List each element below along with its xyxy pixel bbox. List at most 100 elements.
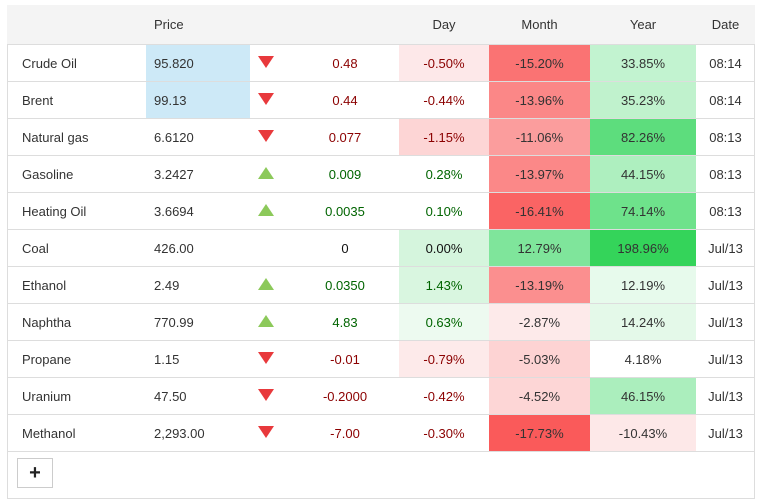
month-cell: -13.96% <box>489 81 590 119</box>
trend-cell <box>250 81 291 119</box>
year-cell: 198.96% <box>590 229 696 267</box>
table-row[interactable]: Brent 99.13 0.44 -0.44% -13.96% 35.23% 0… <box>7 81 755 119</box>
year-cell: 33.85% <box>590 44 696 82</box>
commodity-name: Uranium <box>7 377 146 415</box>
commodity-name: Brent <box>7 81 146 119</box>
day-cell: -0.50% <box>399 44 489 82</box>
price-cell: 770.99 <box>146 303 250 341</box>
change-cell: 0.009 <box>291 155 399 193</box>
month-cell: -13.97% <box>489 155 590 193</box>
change-cell: 0 <box>291 229 399 267</box>
trend-cell <box>250 118 291 156</box>
trend-cell <box>250 155 291 193</box>
table-row[interactable]: Methanol 2,293.00 -7.00 -0.30% -17.73% -… <box>7 414 755 452</box>
trend-cell <box>250 266 291 304</box>
arrow-down-icon <box>258 351 274 364</box>
commodity-name: Ethanol <box>7 266 146 304</box>
year-cell: 14.24% <box>590 303 696 341</box>
day-cell: 0.28% <box>399 155 489 193</box>
header-price[interactable]: Price <box>146 5 250 45</box>
trend-cell <box>250 340 291 378</box>
header-month[interactable]: Month <box>489 5 590 45</box>
header-arrow <box>250 5 291 45</box>
month-cell: -13.19% <box>489 266 590 304</box>
month-cell: 12.79% <box>489 229 590 267</box>
header-change[interactable] <box>291 5 399 45</box>
table-row[interactable]: Crude Oil 95.820 0.48 -0.50% -15.20% 33.… <box>7 44 755 82</box>
trend-cell <box>250 377 291 415</box>
table-row[interactable]: Propane 1.15 -0.01 -0.79% -5.03% 4.18% J… <box>7 340 755 378</box>
commodity-name: Natural gas <box>7 118 146 156</box>
price-cell: 47.50 <box>146 377 250 415</box>
arrow-down-icon <box>258 55 274 68</box>
date-cell: Jul/13 <box>696 229 755 267</box>
change-cell: -0.2000 <box>291 377 399 415</box>
date-cell: 08:14 <box>696 44 755 82</box>
header-date[interactable]: Date <box>696 5 755 45</box>
arrow-down-icon <box>258 129 274 142</box>
month-cell: -15.20% <box>489 44 590 82</box>
date-cell: Jul/13 <box>696 303 755 341</box>
price-cell: 99.13 <box>146 81 250 119</box>
year-cell: 82.26% <box>590 118 696 156</box>
date-cell: 08:13 <box>696 192 755 230</box>
table-row[interactable]: Ethanol 2.49 0.0350 1.43% -13.19% 12.19%… <box>7 266 755 304</box>
date-cell: Jul/13 <box>696 266 755 304</box>
table-row[interactable]: Heating Oil 3.6694 0.0035 0.10% -16.41% … <box>7 192 755 230</box>
commodity-name: Gasoline <box>7 155 146 193</box>
change-cell: 0.48 <box>291 44 399 82</box>
arrow-up-icon <box>258 277 274 290</box>
commodities-table: Price Day Month Year Date Crude Oil 95.8… <box>7 5 755 452</box>
change-cell: 0.44 <box>291 81 399 119</box>
date-cell: 08:14 <box>696 81 755 119</box>
date-cell: 08:13 <box>696 155 755 193</box>
table-row[interactable]: Coal 426.00 0 0.00% 12.79% 198.96% Jul/1… <box>7 229 755 267</box>
commodity-name: Heating Oil <box>7 192 146 230</box>
date-cell: Jul/13 <box>696 377 755 415</box>
header-name[interactable] <box>7 5 146 45</box>
arrow-up-icon <box>258 166 274 179</box>
price-cell: 2,293.00 <box>146 414 250 452</box>
commodity-name: Propane <box>7 340 146 378</box>
arrow-up-icon <box>258 203 274 216</box>
change-cell: 4.83 <box>291 303 399 341</box>
table-row[interactable]: Uranium 47.50 -0.2000 -0.42% -4.52% 46.1… <box>7 377 755 415</box>
month-cell: -11.06% <box>489 118 590 156</box>
price-cell: 6.6120 <box>146 118 250 156</box>
day-cell: 0.63% <box>399 303 489 341</box>
month-cell: -4.52% <box>489 377 590 415</box>
month-cell: -2.87% <box>489 303 590 341</box>
table-row[interactable]: Natural gas 6.6120 0.077 -1.15% -11.06% … <box>7 118 755 156</box>
month-cell: -16.41% <box>489 192 590 230</box>
date-cell: 08:13 <box>696 118 755 156</box>
price-cell: 3.2427 <box>146 155 250 193</box>
commodity-name: Crude Oil <box>7 44 146 82</box>
price-cell: 1.15 <box>146 340 250 378</box>
trend-cell <box>250 192 291 230</box>
price-cell: 2.49 <box>146 266 250 304</box>
table-row[interactable]: Gasoline 3.2427 0.009 0.28% -13.97% 44.1… <box>7 155 755 193</box>
header-year[interactable]: Year <box>590 5 696 45</box>
day-cell: 0.00% <box>399 229 489 267</box>
day-cell: -1.15% <box>399 118 489 156</box>
change-cell: 0.077 <box>291 118 399 156</box>
date-cell: Jul/13 <box>696 340 755 378</box>
date-cell: Jul/13 <box>696 414 755 452</box>
table-row[interactable]: Naphtha 770.99 4.83 0.63% -2.87% 14.24% … <box>7 303 755 341</box>
month-cell: -17.73% <box>489 414 590 452</box>
arrow-down-icon <box>258 425 274 438</box>
change-cell: 0.0350 <box>291 266 399 304</box>
commodity-name: Coal <box>7 229 146 267</box>
month-cell: -5.03% <box>489 340 590 378</box>
add-row-button[interactable]: + <box>17 458 53 488</box>
day-cell: -0.44% <box>399 81 489 119</box>
year-cell: 44.15% <box>590 155 696 193</box>
day-cell: -0.42% <box>399 377 489 415</box>
day-cell: -0.30% <box>399 414 489 452</box>
day-cell: 1.43% <box>399 266 489 304</box>
header-day[interactable]: Day <box>399 5 489 45</box>
change-cell: -0.01 <box>291 340 399 378</box>
arrow-down-icon <box>258 92 274 105</box>
year-cell: 46.15% <box>590 377 696 415</box>
day-cell: 0.10% <box>399 192 489 230</box>
